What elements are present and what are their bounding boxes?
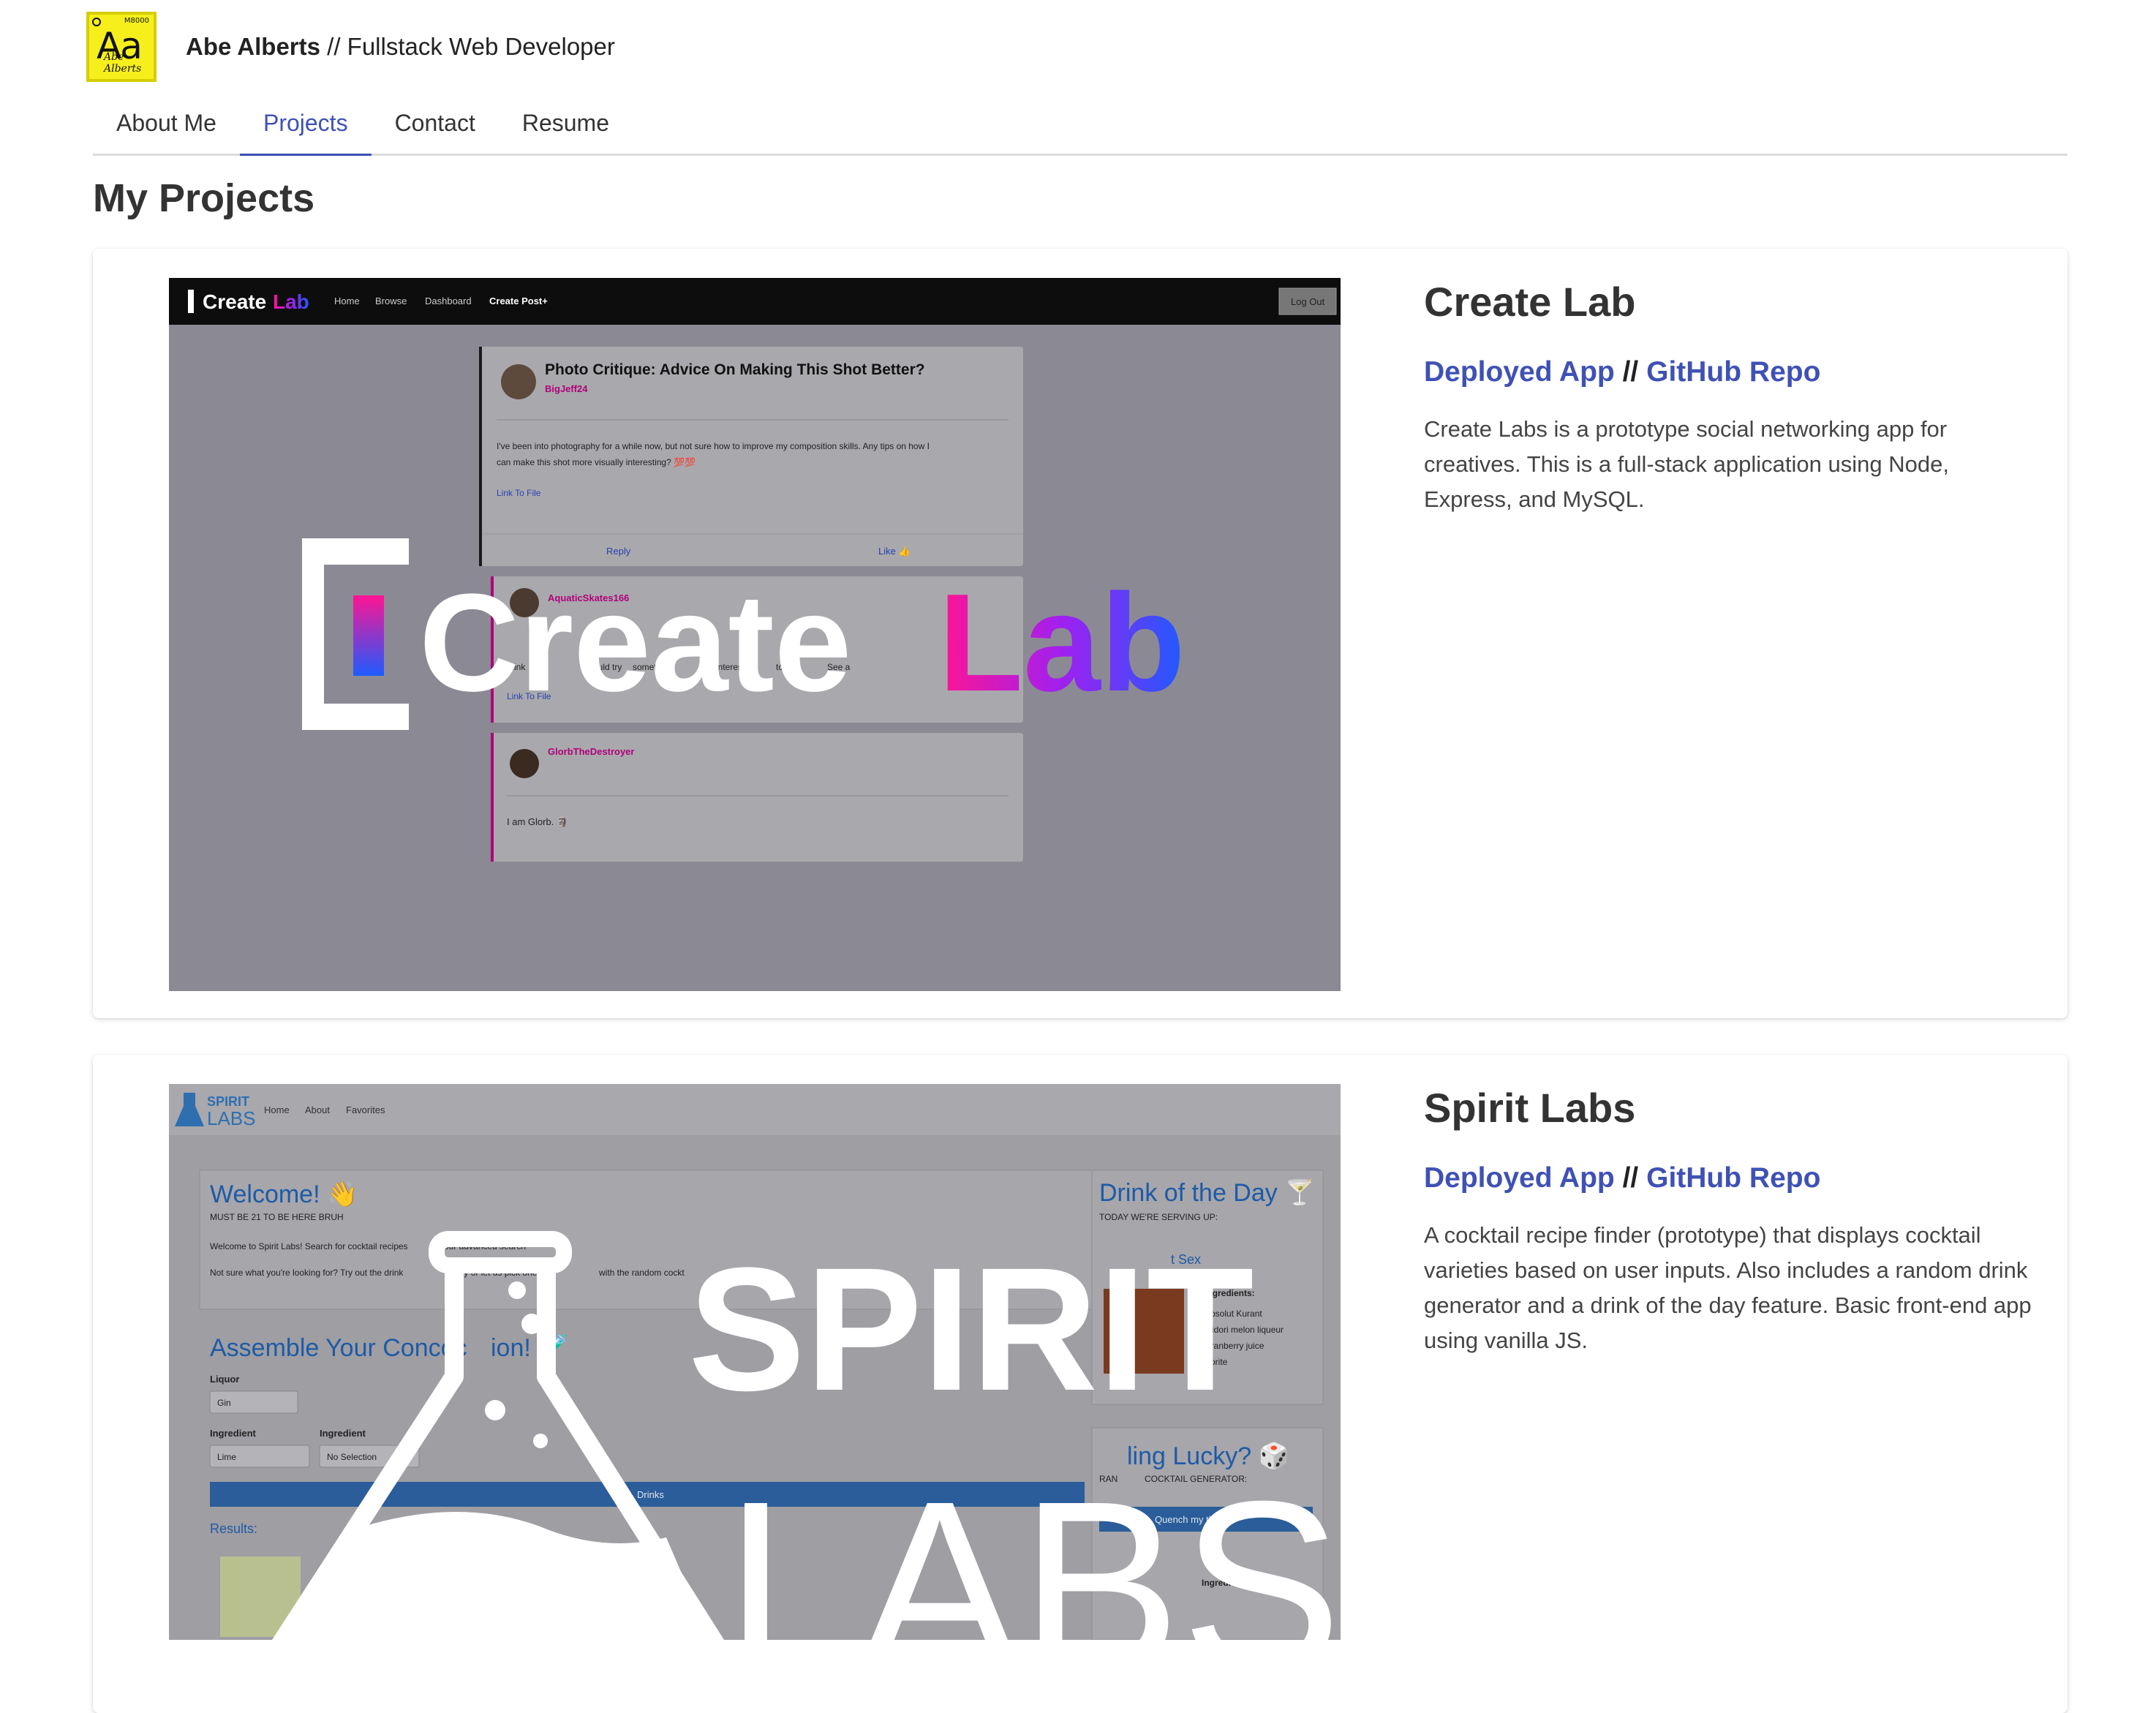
mini-link-to-file: Link To File [497,488,541,498]
mini-assemble: Assemble Your Concoc [210,1334,467,1362]
project-links: Deployed App // GitHub Repo [1424,1162,2038,1194]
mini-post-body-2: can make this shot more visually interes… [497,457,696,467]
big-logo-lab: Lab [938,565,1186,720]
site-header: M8000 Aa Abe Alberts Abe Alberts // Full… [86,12,615,82]
project-info-create-lab: Create Lab Deployed App // GitHub Repo C… [1424,278,2038,517]
mini-ingredient-value: Lime [217,1452,236,1462]
mini-liquor-label: Liquor [210,1374,239,1385]
logo-signature: Abe Alberts [104,51,142,75]
mini-spirit-nav-home: Home [264,1104,290,1115]
site-title: Abe Alberts // Fullstack Web Developer [186,33,615,61]
big-spirit-word: SPIRIT [688,1231,1254,1427]
mini-post-user: BigJeff24 [545,383,588,394]
mini-drink-of-day: Drink of the Day 🍸 [1099,1178,1316,1207]
mini-post-body-1: I've been into photography for a while n… [497,441,930,451]
tab-resume[interactable]: Resume [499,99,633,154]
mini-today-serving: TODAY WE'RE SERVING UP: [1099,1212,1218,1222]
mini-assemble-end: ion! 🧪 [491,1334,569,1362]
project-info-spirit-labs: Spirit Labs Deployed App // GitHub Repo … [1424,1084,2038,1358]
tab-contact[interactable]: Contact [372,99,499,154]
author-subtitle: Fullstack Web Developer [347,33,615,60]
mini-nav-home: Home [334,295,360,306]
title-separator: // [327,33,341,60]
tab-about-me[interactable]: About Me [93,99,240,154]
mini-ingredient2-value: No Selection [327,1452,377,1462]
mini-ingredient-label-2: Ingredient [320,1428,366,1439]
links-separator: // [1622,356,1639,388]
spirit-labs-screenshot-image: SPIRIT LABS Home About Favorites Welcome… [169,1084,1341,1640]
mini-logo-lab: Lab [273,290,309,313]
project-card-spirit-labs: SPIRIT LABS Home About Favorites Welcome… [93,1055,2068,1713]
create-lab-screenshot-image: Create Lab Home Browse Dashboard Create … [169,278,1341,991]
project-description: A cocktail recipe finder (prototype) tha… [1424,1222,2032,1353]
mini-spirit-nav-about: About [305,1104,330,1115]
mini-welcome: Welcome! 👋 [210,1181,358,1209]
big-logo-create: Create [419,565,851,720]
mini-nav-browse: Browse [375,295,407,306]
mini-comment-user-3: GlorbTheDestroyer [548,746,634,757]
project-links: Deployed App // GitHub Repo [1424,356,2038,388]
create-lab-screenshot[interactable]: Create Lab Home Browse Dashboard Create … [169,278,1341,991]
mini-spirit-logo-bottom: LABS [207,1107,256,1129]
site-logo[interactable]: M8000 Aa Abe Alberts [86,12,157,82]
logo-number: M8000 [124,17,149,25]
spirit-labs-screenshot[interactable]: SPIRIT LABS Home About Favorites Welcome… [169,1084,1341,1640]
tab-projects[interactable]: Projects [239,99,372,156]
big-labs-word: LABS [725,1450,1341,1640]
mini-logo-create: Create [203,290,266,313]
mini-nav-create-post: Create Post+ [489,295,548,306]
mini-comment-3: I am Glorb. 🗿 [507,816,568,827]
mini-drinks-btn: Drinks [637,1489,664,1500]
page-title: My Projects [93,176,315,220]
mini-spirit-logo-top: SPIRIT [207,1094,249,1109]
deployed-app-link[interactable]: Deployed App [1424,356,1615,388]
mini-welcome-line-2: Not sure what you're looking for? Try ou… [210,1268,404,1278]
project-title: Spirit Labs [1424,1085,1636,1131]
mini-liquor-value: Gin [217,1398,231,1408]
project-card-create-lab: Create Lab Home Browse Dashboard Create … [93,249,2068,1018]
main-nav: About Me Projects Contact Resume [93,99,2068,156]
mini-spirit-nav-favorites: Favorites [346,1104,385,1115]
links-separator: // [1622,1162,1639,1194]
mini-like: Like 👍 [878,546,911,557]
mini-results: Results: [210,1521,257,1536]
project-title: Create Lab [1424,279,1636,325]
author-name: Abe Alberts [186,33,320,60]
project-description: Create Labs is a prototype social networ… [1424,416,1949,512]
mini-welcome-line-2c: with the random cockt [598,1268,685,1278]
deployed-app-link[interactable]: Deployed App [1424,1162,1615,1194]
mini-logout: Log Out [1291,296,1325,307]
mini-ingredient-label: Ingredient [210,1428,257,1439]
mini-reply: Reply [606,546,631,557]
mini-welcome-line-1: Welcome to Spirit Labs! Search for cockt… [210,1241,408,1251]
mini-nav-dashboard: Dashboard [425,295,472,306]
mini-must-be: MUST BE 21 TO BE HERE BRUH [210,1212,344,1222]
github-repo-link[interactable]: GitHub Repo [1646,1162,1820,1194]
github-repo-link[interactable]: GitHub Repo [1646,356,1820,388]
mini-post-title: Photo Critique: Advice On Making This Sh… [545,361,925,378]
